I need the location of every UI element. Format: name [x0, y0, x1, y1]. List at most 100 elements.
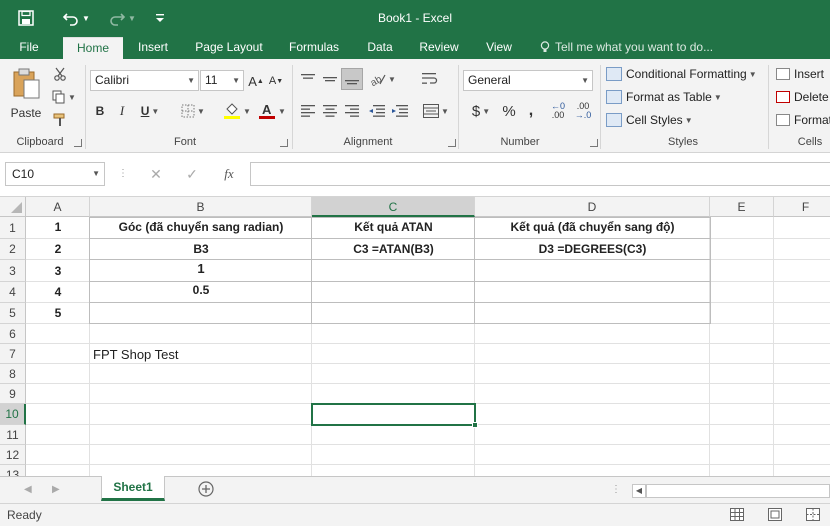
cell-c2[interactable]: C3 =ATAN(B3)	[312, 239, 475, 260]
decrease-indent-icon[interactable]	[367, 101, 387, 121]
comma-button[interactable]: ,	[524, 101, 538, 121]
formula-input[interactable]	[250, 162, 830, 186]
percent-button[interactable]: %	[500, 101, 518, 121]
tab-view[interactable]: View	[479, 37, 519, 59]
paste-button[interactable]: Paste	[8, 63, 44, 125]
row-header-12[interactable]: 12	[0, 445, 26, 465]
delete-cells-button[interactable]: Delete	[776, 87, 829, 107]
active-cell-c10[interactable]	[311, 403, 476, 426]
top-align-icon[interactable]	[298, 69, 318, 89]
number-launcher-icon[interactable]	[590, 139, 598, 147]
font-color-button[interactable]: A ▼	[256, 99, 288, 123]
currency-button[interactable]: $ ▼	[466, 101, 496, 121]
horizontal-scrollbar[interactable]	[646, 484, 830, 498]
column-header-b[interactable]: B	[90, 197, 312, 217]
conditional-formatting-button[interactable]: Conditional Formatting ▼	[606, 64, 757, 84]
column-header-e[interactable]: E	[710, 197, 774, 217]
clipboard-launcher-icon[interactable]	[74, 139, 82, 147]
cell-b1[interactable]: Góc (đã chuyển sang radian)	[90, 217, 312, 239]
row-header-13[interactable]: 13	[0, 465, 26, 476]
row-header-9[interactable]: 9	[0, 384, 26, 404]
column-header-a[interactable]: A	[26, 197, 90, 217]
format-as-table-button[interactable]: Format as Table ▼	[606, 87, 722, 107]
cell-d1[interactable]: Kết quả (đã chuyển sang độ)	[475, 217, 710, 239]
normal-view-icon[interactable]	[730, 508, 748, 523]
column-header-d[interactable]: D	[475, 197, 710, 217]
tab-file[interactable]: File	[10, 37, 48, 59]
row-header-2[interactable]: 2	[0, 239, 26, 260]
sheet-tab-sheet1[interactable]: Sheet1	[101, 476, 165, 501]
increase-indent-icon[interactable]	[390, 101, 410, 121]
row-header-5[interactable]: 5	[0, 303, 26, 324]
wrap-text-icon[interactable]	[420, 69, 440, 89]
align-right-icon[interactable]	[342, 101, 362, 121]
scroll-sheets-right-icon[interactable]: ▶	[52, 483, 64, 497]
column-header-c[interactable]: C	[312, 197, 475, 217]
cell-b7[interactable]: FPT Shop Test	[90, 344, 312, 364]
decrease-decimal-icon[interactable]: .00 →.0	[573, 101, 593, 121]
font-launcher-icon[interactable]	[280, 139, 288, 147]
cell-a5[interactable]: 5	[26, 303, 90, 324]
tab-home[interactable]: Home	[63, 37, 123, 59]
italic-button[interactable]: I	[114, 101, 130, 121]
row-header-6[interactable]: 6	[0, 324, 26, 344]
row-header-11[interactable]: 11	[0, 425, 26, 445]
fill-handle[interactable]	[472, 422, 478, 428]
cell-b4[interactable]: 0.5	[90, 282, 312, 303]
tab-data[interactable]: Data	[360, 37, 400, 59]
cell-d2[interactable]: D3 =DEGREES(C3)	[475, 239, 710, 260]
tab-page-layout[interactable]: Page Layout	[190, 37, 268, 59]
row-header-7[interactable]: 7	[0, 344, 26, 364]
scroll-sheets-left-icon[interactable]: ◀	[24, 483, 36, 497]
shrink-font-button[interactable]: A ▼	[268, 71, 284, 91]
cell-b3[interactable]: 1	[90, 260, 312, 282]
row-header-8[interactable]: 8	[0, 364, 26, 384]
fill-color-button[interactable]: ▼	[220, 99, 254, 123]
cell-a3[interactable]: 3	[26, 260, 90, 282]
enter-icon[interactable]: ✓	[182, 166, 202, 182]
tab-review[interactable]: Review	[413, 37, 465, 59]
format-cells-button[interactable]: Format	[776, 110, 830, 130]
tab-split-grip[interactable]: ⋮	[611, 483, 621, 497]
name-box[interactable]: C10 ▼	[5, 162, 105, 186]
middle-align-icon[interactable]	[320, 69, 340, 89]
bold-button[interactable]: B	[92, 101, 108, 121]
cell-c1[interactable]: Kết quả ATAN	[312, 217, 475, 239]
increase-decimal-icon[interactable]: ←0.00	[548, 101, 568, 121]
copy-icon[interactable]: ▼	[50, 88, 78, 106]
orientation-icon[interactable]: ab ▼	[368, 69, 398, 89]
align-center-icon[interactable]	[320, 101, 340, 121]
merge-center-icon[interactable]: ▼	[420, 101, 452, 121]
row-header-10[interactable]: 10	[0, 404, 26, 425]
cell-a1[interactable]: 1	[26, 217, 90, 239]
insert-cells-button[interactable]: Insert	[776, 64, 824, 84]
number-format-select[interactable]: General ▼	[463, 70, 593, 91]
scroll-left-icon[interactable]: ◀	[632, 484, 646, 498]
tab-insert[interactable]: Insert	[129, 37, 177, 59]
page-layout-view-icon[interactable]	[768, 508, 786, 523]
bottom-align-icon[interactable]	[341, 68, 363, 90]
page-break-view-icon[interactable]	[806, 508, 824, 523]
cell-a4[interactable]: 4	[26, 282, 90, 303]
cut-icon[interactable]	[50, 65, 70, 83]
font-name-select[interactable]: Calibri ▼	[90, 70, 199, 91]
cell-b2[interactable]: B3	[90, 239, 312, 260]
underline-button[interactable]: U ▼	[136, 101, 164, 121]
row-header-1[interactable]: 1	[0, 217, 26, 239]
borders-button[interactable]: ▼	[177, 101, 209, 121]
format-painter-icon[interactable]	[50, 111, 70, 129]
alignment-launcher-icon[interactable]	[448, 139, 456, 147]
font-size-select[interactable]: 11 ▼	[200, 70, 244, 91]
row-header-4[interactable]: 4	[0, 282, 26, 303]
row-header-3[interactable]: 3	[0, 260, 26, 282]
cancel-icon[interactable]: ✕	[146, 166, 166, 182]
tell-me-box[interactable]: Tell me what you want to do...	[540, 37, 713, 59]
grow-font-button[interactable]: A ▲	[248, 71, 264, 91]
column-header-f[interactable]: F	[774, 197, 830, 217]
select-all-corner[interactable]	[0, 197, 26, 217]
insert-function-icon[interactable]: fx	[218, 166, 240, 182]
new-sheet-icon[interactable]	[198, 481, 214, 497]
tab-formulas[interactable]: Formulas	[283, 37, 345, 59]
align-left-icon[interactable]	[298, 101, 318, 121]
cell-a2[interactable]: 2	[26, 239, 90, 260]
